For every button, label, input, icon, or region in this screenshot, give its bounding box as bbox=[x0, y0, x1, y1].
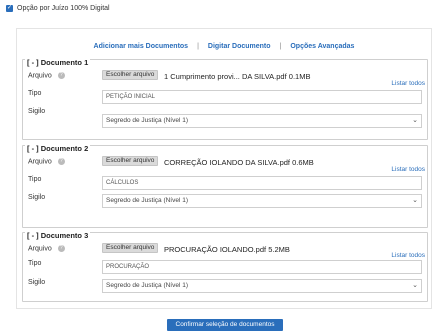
add-documents-link[interactable]: Adicionar mais Documentos bbox=[94, 43, 189, 50]
advanced-options-link[interactable]: Opções Avançadas bbox=[290, 43, 354, 50]
help-icon[interactable]: ? bbox=[57, 158, 65, 165]
list-all-link[interactable]: Listar todos bbox=[391, 252, 425, 259]
documents-panel: Adicionar mais Documentos | Digitar Docu… bbox=[16, 28, 432, 309]
help-icon[interactable]: ? bbox=[57, 72, 65, 79]
secrecy-select[interactable]: Segredo de Justiça (Nível 1) ⌄ bbox=[102, 194, 422, 208]
secrecy-label: Sigilo bbox=[28, 279, 46, 286]
secrecy-value: Segredo de Justiça (Nível 1) bbox=[106, 117, 189, 124]
list-all-link[interactable]: Listar todos bbox=[391, 80, 425, 87]
secrecy-label: Sigilo bbox=[28, 194, 46, 201]
document-actions: Adicionar mais Documentos | Digitar Docu… bbox=[17, 43, 431, 50]
file-name: CORREÇÃO IOLANDO DA SILVA.pdf 0.6MB bbox=[164, 158, 314, 167]
type-label: Tipo bbox=[28, 260, 42, 267]
chevron-down-icon: ⌄ bbox=[412, 117, 418, 124]
type-input[interactable]: PROCURAÇÃO bbox=[102, 260, 422, 274]
choose-file-button[interactable]: Escolher arquivo bbox=[102, 70, 159, 80]
document-1-section: [ - ] Documento 1 Arquivo? Escolher arqu… bbox=[22, 58, 428, 140]
chevron-down-icon: ⌄ bbox=[412, 282, 418, 289]
separator: | bbox=[279, 43, 282, 50]
help-icon[interactable]: ? bbox=[57, 245, 65, 252]
checkbox-checked-icon[interactable]: ✓ bbox=[6, 4, 13, 12]
juizo-digital-label: Opção por Juízo 100% Digital bbox=[17, 4, 110, 12]
type-document-link[interactable]: Digitar Documento bbox=[208, 43, 271, 50]
secrecy-select[interactable]: Segredo de Justiça (Nível 1) ⌄ bbox=[102, 114, 422, 128]
choose-file-button[interactable]: Escolher arquivo bbox=[102, 156, 159, 166]
separator: | bbox=[197, 43, 199, 50]
file-label: Arquivo bbox=[28, 245, 52, 253]
document-2-section: [ - ] Documento 2 Arquivo? Escolher arqu… bbox=[22, 144, 428, 228]
file-name: 1 Cumprimento provi... DA SILVA.pdf 0.1M… bbox=[164, 72, 311, 81]
confirm-documents-button[interactable]: Confirmar seleção de documentos bbox=[167, 319, 283, 331]
secrecy-label: Sigilo bbox=[28, 108, 46, 115]
document-2-title[interactable]: [ - ] Documento 2 bbox=[25, 144, 91, 153]
chevron-down-icon: ⌄ bbox=[412, 197, 418, 204]
secrecy-value: Segredo de Justiça (Nível 1) bbox=[106, 282, 189, 289]
type-label: Tipo bbox=[28, 90, 42, 97]
juizo-digital-option[interactable]: ✓ Opção por Juízo 100% Digital bbox=[6, 3, 110, 13]
choose-file-button[interactable]: Escolher arquivo bbox=[102, 243, 159, 253]
file-name: PROCURAÇÃO IOLANDO.pdf 5.2MB bbox=[164, 245, 290, 254]
document-1-title[interactable]: [ - ] Documento 1 bbox=[25, 58, 91, 67]
type-input[interactable]: CÁLCULOS bbox=[102, 176, 422, 190]
type-input[interactable]: PETIÇÃO INICIAL bbox=[102, 90, 422, 104]
file-label: Arquivo bbox=[28, 72, 52, 80]
document-3-title[interactable]: [ - ] Documento 3 bbox=[25, 231, 91, 240]
document-3-section: [ - ] Documento 3 Arquivo? Escolher arqu… bbox=[22, 231, 428, 302]
secrecy-value: Segredo de Justiça (Nível 1) bbox=[106, 197, 189, 204]
secrecy-select[interactable]: Segredo de Justiça (Nível 1) ⌄ bbox=[102, 279, 422, 293]
list-all-link[interactable]: Listar todos bbox=[391, 166, 425, 173]
type-label: Tipo bbox=[28, 176, 42, 183]
file-label: Arquivo bbox=[28, 158, 52, 166]
